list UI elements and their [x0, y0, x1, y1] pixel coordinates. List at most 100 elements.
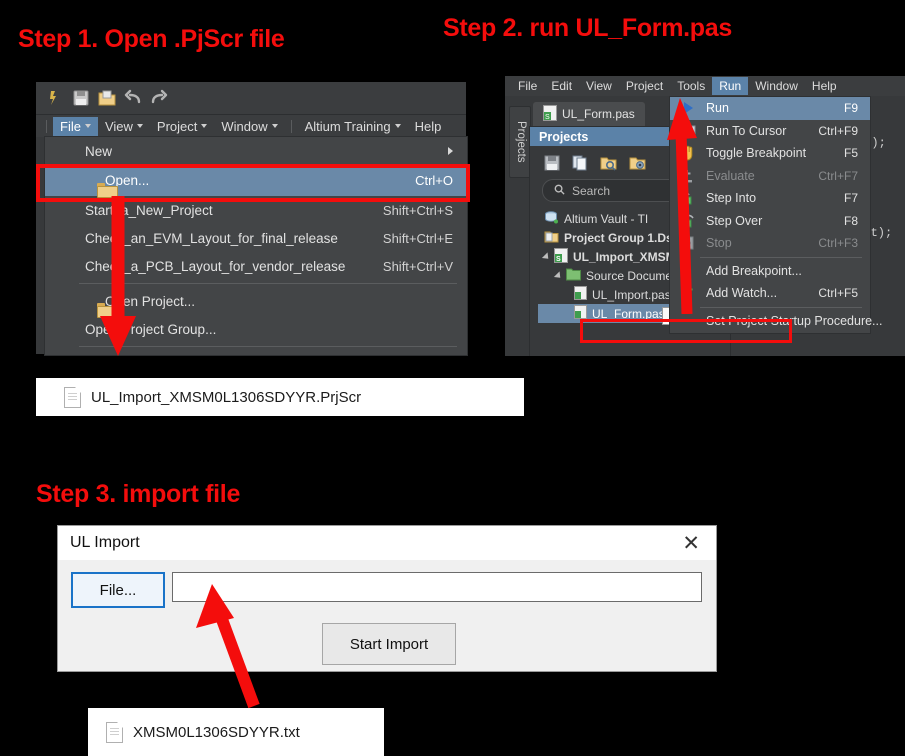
- chevron-down-icon: [271, 124, 278, 128]
- p2-menu-edit[interactable]: Edit: [544, 77, 579, 95]
- menu-project[interactable]: Project: [150, 117, 214, 136]
- save-icon[interactable]: [70, 87, 92, 109]
- file-icon: [106, 721, 123, 743]
- run-menu-item-step-over-accel: F8: [843, 213, 858, 228]
- search-placeholder: Search: [572, 183, 611, 198]
- svg-text:S: S: [556, 256, 561, 263]
- vertical-tab-projects[interactable]: Projects: [509, 106, 531, 178]
- menu-item-new[interactable]: New: [45, 137, 467, 165]
- p2-menu-view-label: View: [586, 79, 612, 93]
- start-import-button[interactable]: Start Import: [322, 623, 456, 665]
- txt-file-name: XMSM0L1306SDYYR.txt: [133, 723, 300, 741]
- menu-help[interactable]: Help: [408, 117, 449, 136]
- undo-icon[interactable]: [122, 87, 144, 109]
- run-menu-divider: [700, 306, 862, 308]
- run-menu-item-evaluate-label: Evaluate: [706, 168, 755, 183]
- chevron-down-icon: [136, 124, 143, 128]
- file-icon: [64, 386, 81, 408]
- menubar-separator: [290, 119, 292, 133]
- p2-menu-tools[interactable]: Tools: [670, 77, 712, 95]
- annotation-arrow-to-run: [667, 98, 697, 314]
- menu-help-label: Help: [414, 118, 442, 134]
- menu-file-label: File: [60, 118, 81, 134]
- folder-search-icon[interactable]: [600, 155, 617, 174]
- run-menu-item-step-into-accel: F7: [843, 191, 858, 206]
- document-tab-ul-form[interactable]: S UL_Form.pas: [533, 102, 645, 126]
- documents-icon[interactable]: [572, 155, 588, 174]
- run-menu-item-toggle-breakpoint-label: Toggle Breakpoint: [706, 146, 807, 161]
- menu-view-label: View: [104, 118, 133, 134]
- vault-icon: [544, 210, 559, 228]
- script-project-icon: S: [554, 247, 568, 266]
- pas-file-icon: S: [543, 104, 557, 124]
- project-group-icon: [544, 229, 559, 247]
- open-folder-icon[interactable]: [96, 87, 118, 109]
- p2-menu-view[interactable]: View: [579, 77, 619, 95]
- chevron-down-icon: [84, 124, 91, 128]
- p2-menu-window[interactable]: Window: [748, 77, 805, 95]
- p2-menu-window-label: Window: [755, 79, 798, 93]
- file-button[interactable]: File...: [71, 572, 165, 608]
- step-1-heading: Step 1. Open .PjScr file: [18, 25, 285, 53]
- expand-twisty-icon[interactable]: [541, 251, 552, 262]
- p2-menu-run-label: Run: [719, 79, 742, 93]
- chevron-right-icon: [448, 147, 453, 155]
- annotation-box-ul-form-tree-item: [580, 319, 792, 343]
- run-menu-item-add-watch-label: Add Watch...: [706, 286, 778, 301]
- ul-import-dialog: UL Import ✕ File... Start Import: [57, 525, 717, 672]
- p2-menu-help[interactable]: Help: [805, 77, 844, 95]
- tree-item-label: UL_Import.pas: [592, 287, 671, 302]
- dialog-titlebar: UL Import ✕: [58, 526, 716, 560]
- p2-menu-run[interactable]: Run: [712, 77, 749, 95]
- step-3-heading: Step 3. import file: [36, 480, 241, 508]
- run-menu-item-toggle-breakpoint-accel: F5: [843, 146, 858, 161]
- redo-icon[interactable]: [148, 87, 170, 109]
- dialog-title: UL Import: [70, 534, 140, 551]
- panel1-menubar: File View Project Window Altium Training…: [36, 115, 466, 137]
- run-menu-divider: [700, 256, 862, 258]
- menu-altium-training[interactable]: Altium Training: [298, 117, 408, 136]
- expand-twisty-icon[interactable]: [553, 270, 564, 281]
- folder-settings-icon[interactable]: [629, 155, 646, 174]
- run-menu-item-add-breakpoint-label: Add Breakpoint...: [706, 263, 802, 278]
- menu-item-new-label: New: [85, 143, 113, 159]
- menu-view[interactable]: View: [98, 117, 150, 136]
- p2-menu-project-label: Project: [625, 79, 664, 93]
- prjscr-file-name: UL_Import_XMSM0L1306SDYYR.PrjScr: [91, 388, 362, 406]
- prjscr-file-row[interactable]: UL_Import_XMSM0L1306SDYYR.PrjScr: [36, 378, 524, 416]
- run-menu-item-evaluate-accel: Ctrl+F7: [818, 168, 858, 183]
- menu-item-check-evm-layout-accel: Shift+Ctrl+E: [382, 230, 453, 246]
- run-menu-item-stop-accel: Ctrl+F3: [818, 236, 858, 251]
- document-tab-label: UL_Form.pas: [562, 107, 635, 121]
- p2-menu-file-label: File: [518, 79, 538, 93]
- tree-item-label: Altium Vault - TI: [564, 211, 649, 226]
- altium-icon[interactable]: [44, 87, 66, 109]
- run-menu-item-step-into-label: Step Into: [706, 191, 757, 206]
- p2-menu-edit-label: Edit: [551, 79, 573, 93]
- p2-menu-help-label: Help: [811, 79, 837, 93]
- green-folder-icon: [566, 267, 581, 284]
- txt-file-row[interactable]: XMSM0L1306SDYYR.txt: [88, 708, 384, 756]
- projects-panel-toolbar: [544, 155, 646, 174]
- annotation-arrow-open-to-file: [100, 196, 136, 356]
- svg-text:S: S: [545, 114, 550, 121]
- panel1-toolbar: [36, 82, 466, 115]
- menu-altium-training-label: Altium Training: [304, 118, 391, 134]
- menu-item-start-new-project-accel: Shift+Ctrl+S: [382, 202, 453, 218]
- p2-menu-file[interactable]: File: [511, 77, 544, 95]
- close-icon[interactable]: ✕: [676, 533, 706, 554]
- run-menu-item-run-to-cursor-label: Run To Cursor: [706, 123, 787, 138]
- menu-window[interactable]: Window: [214, 117, 284, 136]
- run-menu-item-run-to-cursor-accel: Ctrl+F9: [818, 123, 858, 138]
- menu-file[interactable]: File: [53, 116, 98, 136]
- save-icon[interactable]: [544, 155, 560, 174]
- run-menu-item-add-watch-accel: Ctrl+F5: [818, 286, 858, 301]
- step-2-heading: Step 2. run UL_Form.pas: [443, 14, 732, 42]
- run-menu-item-run-label: Run: [706, 101, 729, 116]
- chevron-down-icon: [201, 124, 208, 128]
- menu-project-label: Project: [156, 118, 198, 134]
- chevron-down-icon: [394, 124, 401, 128]
- menubar-grip: [46, 119, 47, 133]
- p2-menu-tools-label: Tools: [677, 79, 706, 93]
- p2-menu-project[interactable]: Project: [619, 77, 670, 95]
